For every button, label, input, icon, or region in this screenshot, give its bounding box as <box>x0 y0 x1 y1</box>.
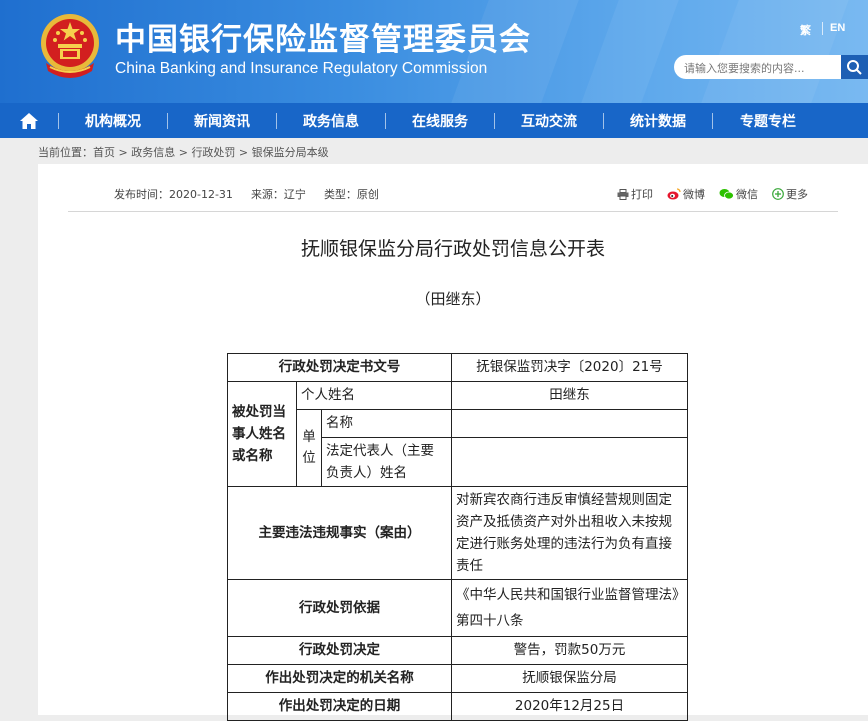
nav-home-button[interactable] <box>0 103 58 138</box>
search-button[interactable] <box>841 55 868 79</box>
weibo-share-button[interactable]: 微博 <box>667 186 705 202</box>
search-icon <box>847 60 862 75</box>
breadcrumb-home[interactable]: 首页 <box>93 146 115 159</box>
unit-name-value <box>451 409 688 438</box>
banner-decoration <box>581 0 679 103</box>
decision-date-label: 作出处罚决定的日期 <box>227 692 452 721</box>
print-label: 打印 <box>631 188 653 201</box>
site-title-en: China Banking and Insurance Regulatory C… <box>115 60 488 77</box>
breadcrumb-government-info[interactable]: 政务信息 <box>131 146 175 159</box>
party-label: 被处罚当事人姓名或名称 <box>227 381 297 487</box>
breadcrumb-penalty[interactable]: 行政处罚 <box>191 146 235 159</box>
meta-divider <box>68 211 838 212</box>
decision-date-value: 2020年12月25日 <box>451 692 688 721</box>
nav-item-special-topics[interactable]: 专题专栏 <box>713 103 823 138</box>
authority-label: 作出处罚决定的机关名称 <box>227 664 452 693</box>
basis-value: 《中华人民共和国银行业监督管理法》第四十八条 <box>451 579 688 637</box>
nav-item-news[interactable]: 新闻资讯 <box>168 103 276 138</box>
legal-rep-value <box>451 437 688 487</box>
person-name-value: 田继东 <box>451 381 688 410</box>
more-share-button[interactable]: 更多 <box>772 186 808 202</box>
more-label: 更多 <box>786 188 808 201</box>
banner-decoration <box>701 0 849 103</box>
wechat-share-button[interactable]: 微信 <box>719 186 758 202</box>
lang-traditional-link[interactable]: 繁 <box>800 22 811 38</box>
doc-number-value: 抚银保监罚决字〔2020〕21号 <box>451 353 688 382</box>
breadcrumb: 当前位置：首页 > 政务信息 > 行政处罚 > 银保监分局本级 <box>0 138 868 164</box>
unit-name-label: 名称 <box>321 409 452 438</box>
decision-value: 警告，罚款50万元 <box>451 636 688 665</box>
table-row: 行政处罚决定书文号 抚银保监罚决字〔2020〕21号 <box>227 353 688 382</box>
violation-label: 主要违法违规事实（案由） <box>227 486 452 580</box>
penalty-info-table: 行政处罚决定书文号 抚银保监罚决字〔2020〕21号 被处罚当事人姓名或名称 个… <box>227 353 688 721</box>
nav-item-online-service[interactable]: 在线服务 <box>386 103 494 138</box>
nav-item-government-info[interactable]: 政务信息 <box>277 103 385 138</box>
article-content: 发布时间：2020-12-31 来源：辽宁 类型：原创 打印 微博 微信 更多 … <box>38 164 868 721</box>
article-meta: 发布时间：2020-12-31 来源：辽宁 类型：原创 <box>114 186 379 202</box>
national-emblem-icon[interactable] <box>40 13 100 81</box>
doc-number-label: 行政处罚决定书文号 <box>227 353 452 382</box>
breadcrumb-separator: > <box>175 146 192 159</box>
nav-item-statistics[interactable]: 统计数据 <box>604 103 712 138</box>
basis-label: 行政处罚依据 <box>227 579 452 637</box>
share-bar: 打印 微博 微信 更多 <box>617 186 808 202</box>
table-row: 单位 名称 <box>228 409 688 487</box>
table-row: 作出处罚决定的机关名称 抚顺银保监分局 <box>227 664 688 693</box>
home-icon <box>20 112 38 129</box>
legal-rep-label: 法定代表人（主要负责人）姓名 <box>321 437 452 487</box>
decision-label: 行政处罚决定 <box>227 636 452 665</box>
wechat-label: 微信 <box>736 188 758 201</box>
breadcrumb-prefix: 当前位置： <box>38 146 93 159</box>
lang-divider <box>822 22 823 35</box>
wechat-icon <box>719 189 734 200</box>
authority-value: 抚顺银保监分局 <box>451 664 688 693</box>
unit-label: 单位 <box>296 409 322 487</box>
violation-value: 对新宾农商行违反审慎经营规则固定资产及抵债资产对外出租收入未按规定进行账务处理的… <box>451 486 688 580</box>
nav-item-institution[interactable]: 机构概况 <box>59 103 167 138</box>
breadcrumb-branch-level[interactable]: 银保监分局本级 <box>252 146 329 159</box>
main-nav: 机构概况 新闻资讯 政务信息 在线服务 互动交流 统计数据 专题专栏 <box>0 103 868 138</box>
plus-circle-icon <box>772 188 784 200</box>
table-row: 行政处罚依据 《中华人民共和国银行业监督管理法》第四十八条 <box>227 579 688 637</box>
table-row: 作出处罚决定的日期 2020年12月25日 <box>227 692 688 721</box>
breadcrumb-separator: > <box>115 146 132 159</box>
search-input[interactable]: 请输入您要搜索的内容... <box>674 55 841 79</box>
person-name-label: 个人姓名 <box>296 381 452 410</box>
table-row: 行政处罚决定 警告，罚款50万元 <box>227 636 688 665</box>
table-row: 主要违法违规事实（案由） 对新宾农商行违反审慎经营规则固定资产及抵债资产对外出租… <box>227 486 688 580</box>
print-button[interactable]: 打印 <box>617 186 653 202</box>
nav-item-interaction[interactable]: 互动交流 <box>495 103 603 138</box>
site-title-cn[interactable]: 中国银行保险监督管理委员会 <box>115 14 531 59</box>
weibo-label: 微博 <box>683 188 705 201</box>
article-title: 抚顺银保监分局行政处罚信息公开表 <box>300 238 605 260</box>
header-banner: 中国银行保险监督管理委员会 China Banking and Insuranc… <box>0 0 868 103</box>
article-source: 来源：辽宁 <box>250 188 306 201</box>
publish-time: 发布时间：2020-12-31 <box>114 188 233 201</box>
lang-en-link[interactable]: EN <box>830 22 845 34</box>
weibo-icon <box>667 188 681 200</box>
article-subtitle: （田继东） <box>415 290 491 308</box>
printer-icon <box>617 188 629 200</box>
breadcrumb-separator: > <box>235 146 252 159</box>
article-type: 类型：原创 <box>323 188 379 201</box>
table-row: 被处罚当事人姓名或名称 个人姓名 田继东 <box>227 381 688 487</box>
